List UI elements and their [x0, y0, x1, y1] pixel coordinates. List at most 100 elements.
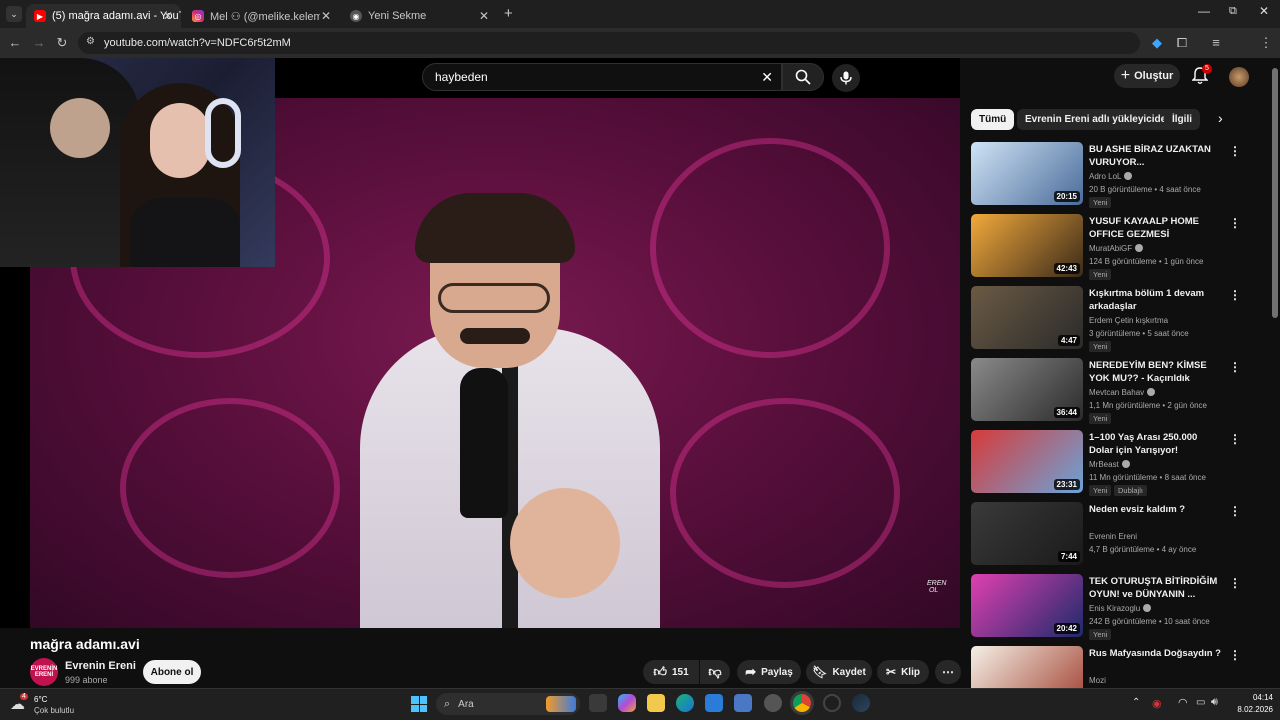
address-bar[interactable]: ⚙ youtube.com/watch?v=NDFC6r5t2mM: [78, 32, 1140, 54]
more-options-icon[interactable]: ⋮: [1229, 144, 1241, 158]
recommendation-channel[interactable]: Mozi: [1089, 676, 1106, 685]
recommendation-item[interactable]: 4:47 Kışkırtma bölüm 1 devam arkadaşlar Er…: [971, 286, 1251, 354]
media-app-icon[interactable]: [823, 694, 841, 712]
video-thumbnail[interactable]: 42:43: [971, 214, 1083, 277]
recommendation-item[interactable]: 20:15 BU ASHE BİRAZ UZAKTAN VURUYOR... Adr…: [971, 142, 1251, 210]
recommendation-item[interactable]: 7:44 Neden evsiz kaldım ? Evrenin Ereni 4,7…: [971, 502, 1251, 570]
recommendation-item[interactable]: 42:43 YUSUF KAYAALP HOME OFFICE GEZMESİ @…: [971, 214, 1251, 282]
clock-date[interactable]: 8.02.2026: [1228, 705, 1273, 714]
recommendation-item[interactable]: 23:31 1–100 Yaş Arası 250.000 Dolar için …: [971, 430, 1251, 498]
video-player[interactable]: EREN OL: [0, 58, 960, 628]
taskbar-search-box[interactable]: ⌕ Ara: [436, 693, 580, 715]
battery-icon[interactable]: ▭: [1196, 697, 1205, 708]
close-window-icon[interactable]: ✕: [1259, 4, 1269, 18]
tray-app-icon[interactable]: ◉: [1152, 697, 1162, 710]
file-explorer-icon[interactable]: [647, 694, 665, 712]
recommendation-item[interactable]: 36:44 NEREDEYİM BEN? KİMSE YOK MU?? - Kaç…: [971, 358, 1251, 426]
settings-gear-icon[interactable]: [764, 694, 782, 712]
forward-icon[interactable]: →: [30, 35, 48, 50]
copilot-icon[interactable]: [618, 694, 636, 712]
edge-browser-icon[interactable]: [676, 694, 694, 712]
recommendation-title[interactable]: Neden evsiz kaldım ?: [1089, 503, 1223, 516]
recommendation-channel[interactable]: MrBeast: [1089, 460, 1130, 469]
extensions-puzzle-icon[interactable]: ⧠: [1173, 35, 1191, 51]
close-tab-icon[interactable]: ✕: [479, 9, 489, 23]
video-thumbnail[interactable]: [971, 646, 1083, 688]
more-options-icon[interactable]: ⋮: [1229, 288, 1241, 302]
reload-icon[interactable]: ↻: [53, 35, 71, 51]
browser-menu-icon[interactable]: ⋮: [1257, 35, 1275, 51]
more-actions-button[interactable]: ⋯: [935, 660, 961, 684]
new-tab-button[interactable]: +: [504, 5, 513, 22]
like-button[interactable]: 👍︎ 151: [643, 660, 699, 684]
recommendation-title[interactable]: Rus Mafyasında Doğsaydın ?: [1089, 647, 1223, 660]
recommendation-title[interactable]: YUSUF KAYAALP HOME OFFICE GEZMESİ @Yusuf…: [1089, 215, 1223, 241]
minimize-icon[interactable]: —: [1198, 4, 1210, 18]
video-thumbnail[interactable]: 20:15: [971, 142, 1083, 205]
page-scrollbar[interactable]: [1270, 58, 1280, 688]
more-options-icon[interactable]: ⋮: [1229, 216, 1241, 230]
video-thumbnail[interactable]: 23:31: [971, 430, 1083, 493]
dislike-button[interactable]: 👎︎: [700, 660, 730, 684]
more-options-icon[interactable]: ⋮: [1229, 576, 1241, 590]
windows-start-icon[interactable]: [411, 696, 427, 712]
recommendation-channel[interactable]: Erdem Çetin kışkırtma: [1089, 316, 1168, 325]
video-thumbnail[interactable]: 36:44: [971, 358, 1083, 421]
close-tab-icon[interactable]: ✕: [321, 9, 331, 23]
save-button[interactable]: 🔖︎ Kaydet: [806, 660, 872, 684]
search-input[interactable]: haybeden ✕: [422, 63, 782, 91]
recommendation-title[interactable]: TEK OTURUŞTA BİTİRDİĞİM OYUN! ve DÜNYANI…: [1089, 575, 1223, 601]
recommendation-channel[interactable]: Adro LoL: [1089, 172, 1133, 181]
task-view-icon[interactable]: [589, 694, 607, 712]
more-options-icon[interactable]: ⋮: [1229, 360, 1241, 374]
tab-instagram[interactable]: ◎ Mel ⚇ (@melike.kelem_) • Inst ✕: [184, 4, 339, 28]
recommendation-title[interactable]: Kışkırtma bölüm 1 devam arkadaşlar: [1089, 287, 1223, 313]
recommendation-item[interactable]: 20:42 TEK OTURUŞTA BİTİRDİĞİM OYUN! ve DÜ…: [971, 574, 1251, 642]
back-icon[interactable]: ←: [6, 35, 24, 50]
recommendation-channel[interactable]: Mevtcan Bahav: [1089, 388, 1156, 397]
recommendation-item[interactable]: Rus Mafyasında Doğsaydın ?Mozi88 B görün…: [971, 646, 1251, 688]
tray-overflow-chevron-icon[interactable]: ⌃: [1132, 697, 1140, 708]
chip-from-uploader[interactable]: Evrenin Ereni adlı yükleyiciden: [1017, 109, 1181, 130]
clip-button[interactable]: ✂ Klip: [877, 660, 929, 684]
site-info-icon[interactable]: ⚙: [86, 36, 95, 47]
recommendation-title[interactable]: BU ASHE BİRAZ UZAKTAN VURUYOR...: [1089, 143, 1223, 169]
subscribe-button[interactable]: Abone ol: [143, 660, 201, 684]
account-avatar[interactable]: [1229, 67, 1249, 87]
video-thumbnail[interactable]: 20:42: [971, 574, 1083, 637]
restore-icon[interactable]: ⧉: [1229, 5, 1237, 18]
video-thumbnail[interactable]: 7:44: [971, 502, 1083, 565]
extension-icon[interactable]: ◆: [1148, 35, 1166, 51]
clock-time[interactable]: 04:14: [1233, 693, 1273, 702]
microsoft-store-icon[interactable]: [705, 694, 723, 712]
chip-all[interactable]: Tümü: [971, 109, 1015, 130]
volume-icon[interactable]: 🔊︎: [1211, 696, 1218, 709]
clear-search-icon[interactable]: ✕: [761, 69, 773, 86]
wifi-icon[interactable]: ◠: [1178, 696, 1188, 709]
scrollbar-thumb[interactable]: [1272, 68, 1278, 318]
more-options-icon[interactable]: ⋮: [1229, 648, 1241, 662]
chip-related[interactable]: İlgili: [1164, 109, 1200, 130]
recommendation-channel[interactable]: Evrenin Ereni: [1089, 532, 1137, 541]
chips-next-chevron-icon[interactable]: ›: [1218, 110, 1223, 126]
weather-widget[interactable]: ☁ 4 6°C Çok bulutlu: [10, 693, 90, 717]
create-button[interactable]: + Oluştur: [1114, 64, 1180, 88]
reading-list-icon[interactable]: ≡: [1207, 35, 1225, 50]
more-options-icon[interactable]: ⋮: [1229, 504, 1241, 518]
recommendation-channel[interactable]: MuratAbiGF: [1089, 244, 1144, 253]
tab-new-tab[interactable]: ◉ Yeni Sekme ✕: [342, 4, 497, 28]
notifications-button[interactable]: 5: [1191, 64, 1212, 87]
tab-search-button[interactable]: ⌄: [6, 6, 22, 22]
security-app-icon[interactable]: [734, 694, 752, 712]
search-button[interactable]: [782, 63, 824, 91]
recommendation-title[interactable]: 1–100 Yaş Arası 250.000 Dolar için Yarış…: [1089, 431, 1223, 457]
channel-avatar[interactable]: EVRENİN ERENİ: [30, 658, 58, 686]
tab-youtube[interactable]: ▶ (5) mağra adamı.avi - YouTube ✕: [26, 4, 181, 28]
channel-name[interactable]: Evrenin Ereni: [65, 660, 136, 672]
video-thumbnail[interactable]: 4:47: [971, 286, 1083, 349]
recommendation-channel[interactable]: Enis Kirazoglu: [1089, 604, 1152, 613]
chrome-taskbar-icon[interactable]: [793, 694, 811, 712]
recommendation-title[interactable]: NEREDEYİM BEN? KİMSE YOK MU?? - Kaçırıld…: [1089, 359, 1223, 385]
steam-icon[interactable]: [852, 694, 870, 712]
share-button[interactable]: ➦ Paylaş: [737, 660, 801, 684]
